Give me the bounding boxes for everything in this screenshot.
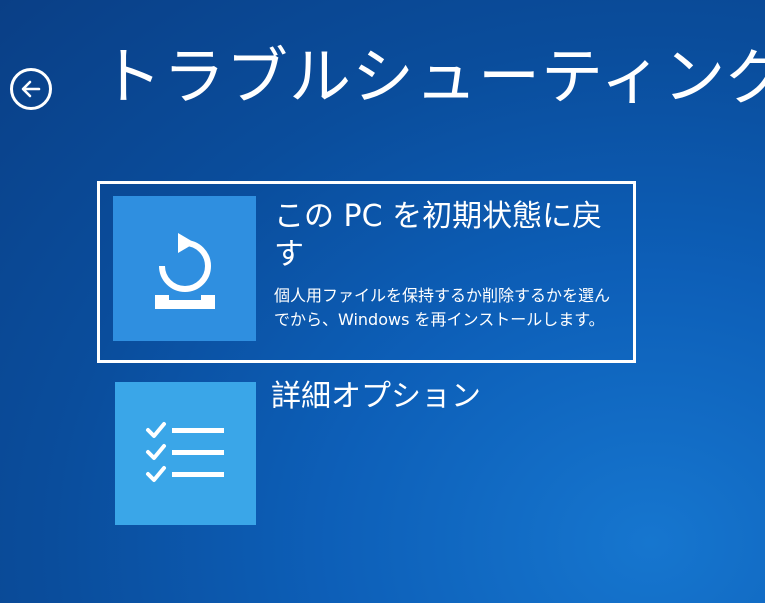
reset-pc-option[interactable]: この PC を初期状態に戻す 個人用ファイルを保持するか削除するかを選んでから、… [97,181,636,363]
reset-pc-title: この PC を初期状態に戻す [274,199,603,272]
advanced-options-title: 詳細オプション [271,379,481,414]
page-title: トラブルシューティング [100,40,765,113]
reset-pc-icon-tile [113,196,256,341]
advanced-options-option[interactable]: 詳細オプション [97,372,636,532]
checklist-icon-tile [115,382,256,525]
checklist-icon [145,421,224,482]
back-button[interactable] [10,68,52,110]
reset-pc-icon [154,232,215,309]
reset-pc-description: 個人用ファイルを保持するか削除するかを選んでから、Windows を再インストー… [274,286,611,329]
arrow-left-icon [21,80,41,98]
